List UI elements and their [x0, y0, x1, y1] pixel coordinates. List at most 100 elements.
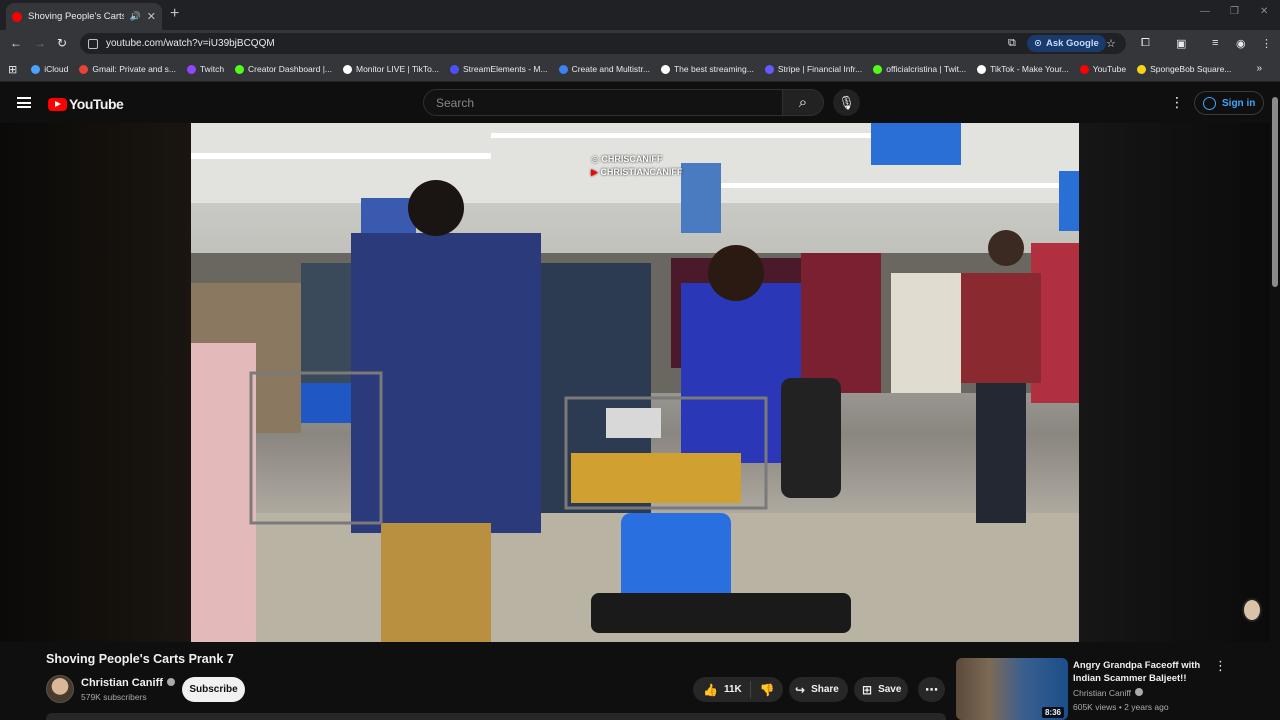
dislike-button[interactable]: 👎	[751, 683, 775, 697]
ambient-left	[0, 123, 191, 642]
bookmarks-bar: ⊞ iCloud Gmail: Private and s... Twitch …	[0, 57, 1280, 82]
watermark-instagram: CHRISCANIFF	[601, 154, 663, 164]
bookmark-item[interactable]: StreamElements - M...	[450, 64, 548, 74]
bookmark-item[interactable]: SpongeBob Square...	[1137, 64, 1231, 74]
description-box[interactable]	[46, 713, 946, 720]
more-bookmarks-icon[interactable]: »	[1256, 63, 1262, 74]
recommended-more-icon[interactable]: ⋮	[1214, 658, 1227, 674]
bookmark-label: Gmail: Private and s...	[92, 64, 176, 74]
youtube-small-icon: ▶	[591, 167, 598, 177]
ask-google-button[interactable]: ⊙ Ask Google	[1027, 35, 1106, 52]
search-button[interactable]: ⌕	[782, 89, 824, 116]
share-label: Share	[811, 684, 839, 695]
channel-avatar[interactable]	[46, 675, 74, 703]
save-label: Save	[878, 684, 902, 695]
reload-icon[interactable]: ↻	[57, 36, 67, 50]
bookmark-item[interactable]: Gmail: Private and s...	[79, 64, 176, 74]
bookmark-favicon-icon	[764, 64, 774, 74]
bookmark-label: Twitch	[199, 64, 225, 74]
bookmark-item[interactable]: Twitch	[186, 64, 225, 74]
recommended-video-title[interactable]: Angry Grandpa Faceoff with Indian Scamme…	[1073, 659, 1203, 685]
sign-in-button[interactable]: Sign in	[1194, 91, 1265, 115]
guide-menu-icon[interactable]	[17, 97, 31, 108]
search-icon: ⌕	[798, 94, 808, 111]
page-scrollbar[interactable]	[1270, 83, 1280, 720]
restore-icon[interactable]: ❐	[1230, 6, 1239, 17]
like-dislike-bar: 👍 11K 👎	[693, 677, 783, 702]
sidepanel-icon[interactable]: ▣	[1176, 37, 1186, 50]
close-window-icon[interactable]: ✕	[1260, 6, 1268, 17]
scrollbar-thumb[interactable]	[1272, 97, 1278, 287]
more-actions-button[interactable]: ⋯	[918, 677, 945, 702]
new-tab-icon[interactable]: +	[170, 5, 179, 23]
bookmark-label: YouTube	[1092, 64, 1127, 74]
forward-icon[interactable]: →	[34, 36, 46, 50]
bookmark-item[interactable]: Create and Multistr...	[558, 64, 650, 74]
chrome-menu-icon[interactable]: ⋮	[1261, 37, 1272, 50]
subscriber-count: 579K subscribers	[81, 692, 147, 702]
share-arrow-icon: ↪	[795, 682, 806, 697]
bookmark-label: StreamElements - M...	[463, 64, 548, 74]
bookmark-star-icon[interactable]: ☆	[1106, 37, 1116, 50]
browser-toolbar: ← → ↻ youtube.com/watch?v=iU39bjBCQQM ⧉ …	[0, 30, 1280, 57]
share-button[interactable]: ↪ Share	[789, 677, 848, 702]
youtube-logo[interactable]: YouTube	[48, 96, 124, 112]
bookmark-favicon-icon	[558, 64, 568, 74]
minimize-icon[interactable]: —	[1200, 6, 1210, 17]
verified-icon	[1134, 688, 1143, 696]
microphone-icon: 🎙	[838, 94, 855, 110]
bookmark-label: Creator Dashboard |...	[248, 64, 332, 74]
bookmark-item[interactable]: YouTube	[1079, 64, 1127, 74]
recommended-channel-name: Christian Caniff	[1073, 688, 1131, 698]
bookmark-item[interactable]: Stripe | Financial Infr...	[764, 64, 863, 74]
bookmark-favicon-icon	[450, 64, 459, 74]
watermark-youtube: CHRISTIANCANIFF	[600, 167, 683, 177]
subscribe-button[interactable]: Subscribe	[182, 677, 245, 702]
youtube-masthead: YouTube Search ⌕ 🎙 ⋮ Sign in	[0, 83, 1280, 123]
browser-tab-active[interactable]: Shoving People's Carts Prank 🔊 ✕	[6, 3, 162, 30]
account-icon	[1203, 96, 1216, 110]
address-bar[interactable]: youtube.com/watch?v=iU39bjBCQQM	[80, 33, 1126, 54]
ask-google-label: Ask Google	[1045, 38, 1099, 49]
ambient-right	[1079, 123, 1270, 642]
url-text: youtube.com/watch?v=iU39bjBCQQM	[106, 38, 275, 49]
extensions-icon[interactable]: ⧠	[1141, 37, 1150, 50]
like-button[interactable]: 👍 11K	[693, 681, 751, 698]
google-lens-icon: ⊙	[1034, 38, 1042, 49]
channel-name[interactable]: Christian Caniff	[81, 677, 175, 689]
bookmark-favicon-icon	[660, 64, 670, 74]
bookmark-label: Stripe | Financial Infr...	[777, 64, 863, 74]
recommended-video-thumbnail[interactable]: 8:36	[956, 658, 1068, 720]
bookmark-item[interactable]: Monitor LIVE | TikTo...	[343, 64, 439, 74]
voice-search-button[interactable]: 🎙	[833, 89, 860, 116]
bookmark-item[interactable]: iCloud	[31, 64, 68, 74]
audio-playing-icon[interactable]: 🔊	[130, 11, 141, 22]
settings-menu-icon[interactable]: ⋮	[1170, 94, 1184, 111]
recommended-video-meta: 605K views • 2 years ago	[1073, 702, 1169, 712]
tab-title: Shoving People's Carts Prank	[28, 11, 124, 22]
search-input[interactable]: Search	[423, 89, 783, 116]
apps-grid-icon[interactable]: ⊞	[8, 63, 17, 76]
back-icon[interactable]: ←	[10, 36, 22, 50]
bookmark-label: Create and Multistr...	[571, 64, 650, 74]
video-frame[interactable]: ◎ CHRISCANIFF ▶ CHRISTIANCANIFF	[191, 123, 1079, 642]
bookmark-item[interactable]: Creator Dashboard |...	[235, 64, 332, 74]
close-tab-icon[interactable]: ✕	[147, 10, 156, 23]
bookmark-item[interactable]: officialcristina | Twit...	[873, 64, 966, 74]
like-count: 11K	[723, 684, 742, 695]
site-info-icon[interactable]	[88, 38, 98, 49]
video-watermark: ◎ CHRISCANIFF ▶ CHRISTIANCANIFF	[591, 153, 682, 179]
profile-icon[interactable]: ◉	[1236, 37, 1246, 50]
floating-avatar-icon[interactable]	[1242, 598, 1262, 622]
bookmark-favicon-icon	[1137, 64, 1147, 74]
bookmark-item[interactable]: The best streaming...	[660, 64, 754, 74]
thumbs-up-icon: 👍	[703, 682, 718, 697]
bookmark-label: TikTok - Make Your...	[990, 64, 1069, 74]
media-controls-icon[interactable]: ≡	[1212, 37, 1218, 49]
bookmark-item[interactable]: TikTok - Make Your...	[977, 64, 1069, 74]
save-button[interactable]: ⊞ Save	[854, 677, 908, 702]
install-app-icon[interactable]: ⧉	[1008, 37, 1016, 50]
youtube-logo-text: YouTube	[69, 96, 124, 112]
bookmark-favicon-icon	[186, 64, 196, 74]
recommended-channel[interactable]: Christian Caniff	[1073, 688, 1143, 698]
